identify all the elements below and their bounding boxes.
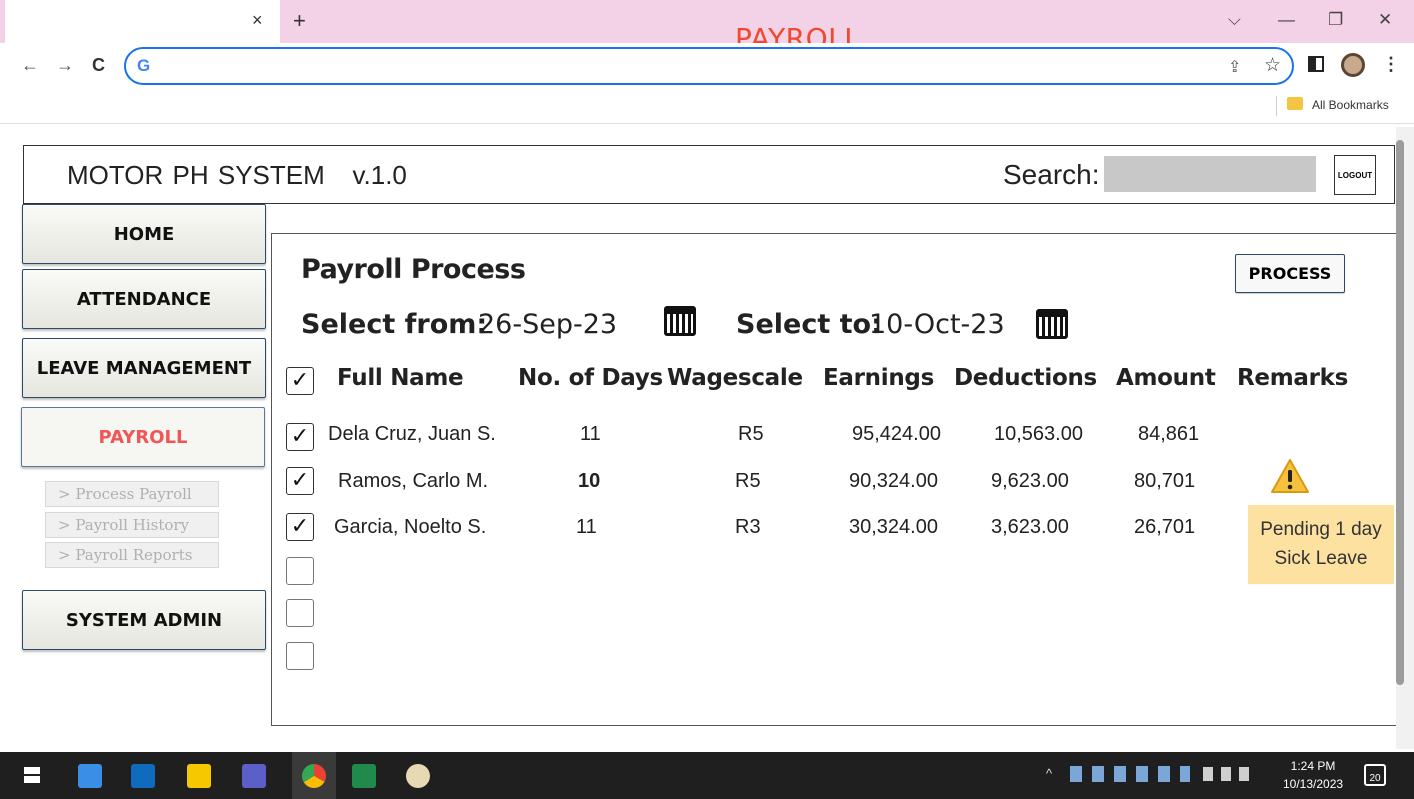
active-tab[interactable] [5, 0, 280, 43]
teams-icon[interactable] [242, 764, 266, 788]
clock-date: 10/13/2023 [1283, 777, 1344, 791]
col-amount: Amount [1116, 365, 1216, 391]
col-earnings: Earnings [823, 365, 934, 391]
remark-line-2: Sick Leave [1274, 548, 1368, 569]
all-bookmarks-link[interactable]: All Bookmarks [1312, 98, 1389, 112]
row-name: Dela Cruz, Juan S. [328, 423, 496, 445]
restore-button[interactable]: ❐ [1328, 10, 1343, 30]
process-button[interactable]: PROCESS [1235, 254, 1345, 293]
select-from-label: Select from: [301, 309, 488, 340]
row-name: Ramos, Carlo M. [338, 470, 489, 492]
calendar-to-icon[interactable] [1036, 309, 1068, 339]
row-name: Garcia, Noelto S. [334, 516, 487, 538]
col-full-name: Full Name [337, 365, 464, 391]
reload-icon[interactable]: C [92, 55, 105, 76]
side-panel-icon[interactable] [1308, 56, 1324, 72]
outlook-icon[interactable] [131, 764, 155, 788]
minimize-button[interactable]: — [1278, 10, 1295, 30]
select-from-value[interactable]: 26-Sep-23 [478, 309, 617, 340]
remark-note: Pending 1 day Sick Leave [1248, 505, 1394, 584]
nav-leave-management[interactable]: LEAVE MANAGEMENT [22, 338, 266, 398]
tray-system-icons[interactable] [1203, 767, 1253, 781]
row-deductions: 10,563.00 [994, 423, 1083, 445]
row-wagescale: R3 [735, 516, 761, 538]
nav-home[interactable]: HOME [22, 204, 266, 264]
row-days: 11 [580, 423, 601, 445]
remark-line-1: Pending 1 day [1260, 519, 1382, 540]
row-days: 11 [576, 516, 597, 538]
nav-system-admin[interactable]: SYSTEM ADMIN [22, 590, 266, 650]
col-days: No. of Days [518, 365, 663, 391]
scrollbar-thumb[interactable] [1396, 140, 1404, 685]
row-wagescale: R5 [738, 423, 764, 445]
tray-overflow-icon[interactable]: ^ [1046, 766, 1052, 781]
row-checkbox[interactable]: ✓ [286, 467, 314, 495]
paint-icon[interactable] [406, 764, 430, 788]
col-wagescale: Wagescale [667, 365, 803, 391]
row-amount: 84,861 [1138, 423, 1200, 445]
share-icon[interactable]: ⇪ [1228, 57, 1241, 77]
folder-icon [1287, 97, 1303, 110]
bookmarks-divider [1276, 96, 1277, 116]
start-icon[interactable] [24, 767, 40, 783]
excel-icon[interactable] [352, 764, 376, 788]
row-earnings: 90,324.00 [849, 470, 938, 492]
chrome-icon[interactable] [302, 764, 326, 788]
row-earnings: 30,324.00 [849, 516, 938, 538]
logout-button[interactable]: LOGOUT [1334, 155, 1376, 195]
forward-icon[interactable]: → [56, 55, 74, 76]
back-icon[interactable]: ← [21, 55, 39, 76]
new-tab-button[interactable]: + [293, 8, 306, 34]
col-deductions: Deductions [954, 365, 1097, 391]
select-to-label: Select to: [736, 309, 882, 340]
nav-attendance[interactable]: ATTENDANCE [22, 269, 266, 329]
tab-search-icon[interactable]: ⌵ [1228, 10, 1241, 30]
clock-time: 1:24 PM [1290, 759, 1336, 773]
row-deductions: 3,623.00 [991, 516, 1069, 538]
select-all-checkbox[interactable]: ✓ [286, 367, 314, 395]
row-wagescale: R5 [735, 470, 761, 492]
nav-payroll[interactable]: PAYROLL [21, 407, 265, 467]
google-icon: G [137, 56, 151, 75]
subnav-payroll-history[interactable]: > Payroll History [45, 512, 219, 538]
browser-menu-icon[interactable]: ⋮ [1382, 54, 1400, 75]
row-amount: 26,701 [1134, 516, 1196, 538]
tab-close-icon[interactable]: × [252, 10, 263, 31]
taskbar [0, 752, 1414, 799]
row-checkbox[interactable]: ✓ [286, 423, 314, 451]
row-earnings: 95,424.00 [852, 423, 941, 445]
page-title: Payroll Process [301, 254, 526, 285]
address-bar[interactable] [124, 47, 1294, 85]
explorer-icon[interactable] [78, 764, 102, 788]
select-to-value[interactable]: 10-Oct-23 [869, 309, 1005, 340]
row-checkbox[interactable] [286, 557, 314, 585]
bookmarks-bar [0, 91, 1414, 124]
calendar-from-icon[interactable] [664, 306, 696, 336]
subnav-process-payroll[interactable]: > Process Payroll [45, 481, 219, 507]
tray-icons[interactable] [1070, 766, 1190, 782]
search-label: Search: [1003, 159, 1100, 190]
row-checkbox[interactable]: ✓ [286, 513, 314, 541]
close-window-button[interactable]: ✕ [1378, 10, 1392, 30]
warning-icon[interactable] [1270, 458, 1310, 494]
taskbar-clock[interactable]: 1:24 PM 10/13/2023 [1283, 757, 1343, 793]
row-days: 10 [578, 470, 601, 492]
row-deductions: 9,623.00 [991, 470, 1069, 492]
subnav-payroll-reports[interactable]: > Payroll Reports [45, 542, 219, 568]
sticky-notes-icon[interactable] [187, 764, 211, 788]
notification-icon[interactable]: 20 [1364, 764, 1386, 786]
col-remarks: Remarks [1237, 365, 1349, 391]
row-checkbox[interactable] [286, 642, 314, 670]
app-title: MOTOR PH SYSTEM v.1.0 [67, 160, 407, 190]
profile-avatar[interactable] [1341, 53, 1365, 77]
bookmark-star-icon[interactable]: ☆ [1264, 54, 1281, 77]
search-input[interactable] [1104, 156, 1316, 192]
row-checkbox[interactable] [286, 599, 314, 627]
row-amount: 80,701 [1134, 470, 1196, 492]
